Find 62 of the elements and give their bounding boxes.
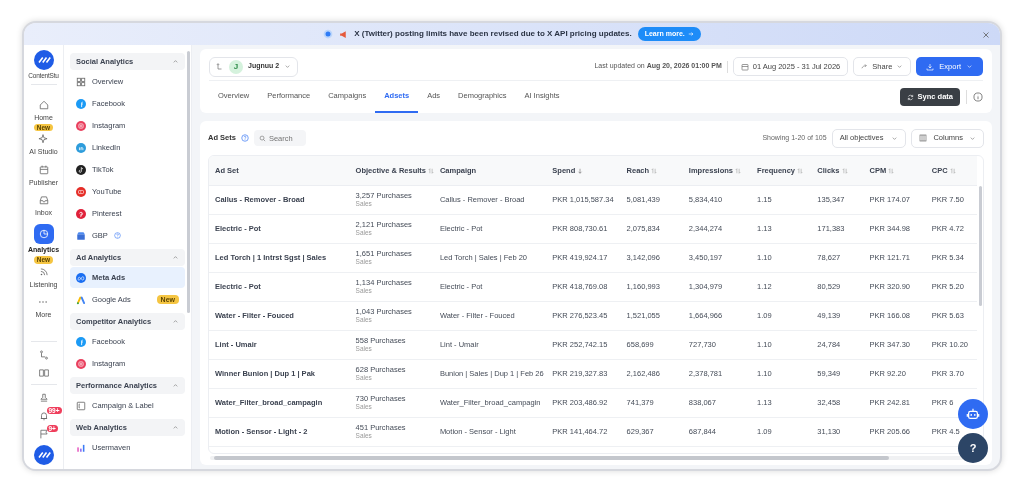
sort-icon xyxy=(841,167,848,174)
sort-icon xyxy=(888,167,895,174)
collapse-icon xyxy=(172,382,179,390)
rss-icon xyxy=(38,266,49,277)
chevron-icon xyxy=(966,63,973,70)
close-icon xyxy=(982,30,990,39)
chevron-icon xyxy=(891,134,899,142)
collapse-icon xyxy=(172,424,179,432)
flag-icon xyxy=(38,429,49,439)
logo-icon[interactable] xyxy=(33,445,54,465)
sparkle-icon xyxy=(38,134,49,145)
calendar-icon xyxy=(740,62,749,71)
sort-down-icon xyxy=(577,167,584,174)
sort-icon xyxy=(428,167,435,174)
bar-chart-icon xyxy=(76,442,86,453)
chevron-icon xyxy=(896,63,904,70)
instagram-icon xyxy=(76,358,86,369)
help-icon xyxy=(113,232,121,239)
inbox-icon xyxy=(38,195,49,206)
stamp-icon xyxy=(38,393,49,403)
sort-icon xyxy=(797,167,804,174)
calendar-icon xyxy=(38,164,49,175)
info-icon xyxy=(973,92,983,102)
home-icon xyxy=(38,99,49,110)
facebook-icon xyxy=(76,98,86,109)
info-dot-icon xyxy=(323,29,334,39)
sort-icon xyxy=(949,167,956,174)
chevron-icon xyxy=(969,134,976,142)
nav-icon-button[interactable] xyxy=(33,223,54,244)
logo-icon[interactable] xyxy=(33,50,54,70)
pinterest-icon xyxy=(76,208,86,219)
avatar: J xyxy=(229,59,243,74)
meta-icon xyxy=(76,272,86,283)
youtube-icon xyxy=(76,186,86,197)
store-icon xyxy=(76,230,86,241)
megaphone-icon xyxy=(339,29,349,39)
tiktok-icon xyxy=(76,164,86,175)
bell-icon xyxy=(38,411,49,421)
grid-icon xyxy=(76,76,86,87)
route-icon xyxy=(38,350,49,360)
help-icon xyxy=(240,134,249,142)
google-ads-icon xyxy=(76,294,86,305)
collapse-icon xyxy=(172,58,179,66)
arrow-icon xyxy=(687,31,694,37)
columns-icon xyxy=(919,134,928,142)
banner-text: X (Twitter) posting limits have been revised due to X API pricing updates. xyxy=(354,28,632,40)
refresh-icon xyxy=(906,93,914,101)
share-icon xyxy=(861,63,869,70)
instagram-icon xyxy=(76,120,86,131)
collapse-icon xyxy=(172,318,179,326)
label-icon xyxy=(76,400,86,411)
pie-chart-icon xyxy=(38,228,49,239)
download-icon xyxy=(926,62,935,71)
sort-icon xyxy=(735,167,742,174)
collapse-icon xyxy=(172,254,179,262)
linkedin-icon xyxy=(76,142,86,153)
chevron-icon xyxy=(284,63,292,70)
book-icon xyxy=(38,368,49,378)
sort-icon xyxy=(651,167,658,174)
robot-icon xyxy=(966,407,980,421)
facebook-icon xyxy=(76,336,86,347)
route-icon xyxy=(216,62,224,71)
